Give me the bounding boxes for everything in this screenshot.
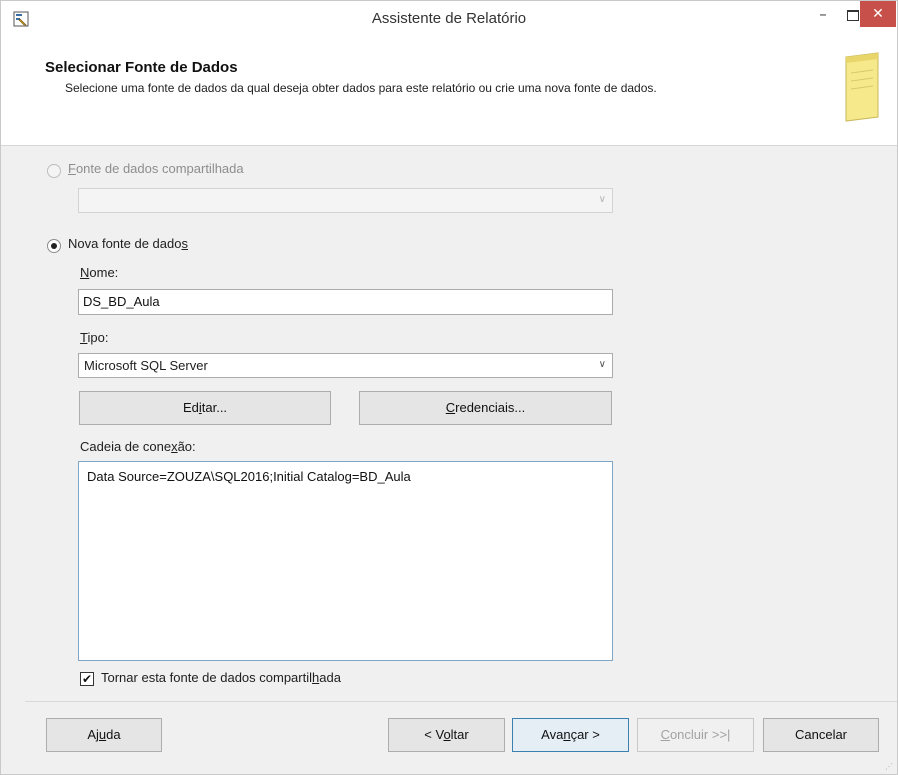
back-text-post: ltar bbox=[450, 727, 469, 742]
page-title: Selecionar Fonte de Dados bbox=[45, 59, 238, 76]
name-access-key: N bbox=[80, 265, 90, 280]
connection-string-text: Data Source=ZOUZA\SQL2016;Initial Catalo… bbox=[87, 469, 411, 484]
credentials-button-access-key: C bbox=[445, 400, 456, 415]
maximize-icon bbox=[847, 10, 859, 21]
type-select[interactable]: Microsoft SQL Server ∨ bbox=[78, 353, 613, 378]
edit-button[interactable]: Editar... bbox=[79, 391, 331, 425]
next-text-post: çar > bbox=[570, 727, 600, 742]
title-bar[interactable]: Assistente de Relatório – ✕ bbox=[1, 1, 897, 37]
name-field[interactable] bbox=[78, 289, 613, 315]
minimize-button[interactable]: – bbox=[810, 1, 836, 29]
resize-grip-icon[interactable]: ⋰ bbox=[885, 762, 893, 771]
help-text-post: da bbox=[106, 727, 121, 742]
connection-label-pre: Cadeia de cone bbox=[80, 439, 172, 454]
shared-source-access-key: F bbox=[68, 161, 76, 176]
share-checkbox-label: Tornar esta fonte de dados compartilhada bbox=[101, 670, 341, 685]
shared-source-combo[interactable]: ∨ bbox=[78, 188, 613, 213]
share-checkbox[interactable]: ✔ bbox=[80, 672, 94, 686]
wizard-header: Selecionar Fonte de Dados Selecione uma … bbox=[1, 37, 897, 146]
edit-button-text-post: tar... bbox=[201, 400, 228, 415]
report-wizard-window: Assistente de Relatório – ✕ Selecionar F… bbox=[0, 0, 898, 775]
next-button[interactable]: Avançar > bbox=[512, 718, 629, 752]
window-title: Assistente de Relatório bbox=[371, 10, 527, 27]
finish-access-key: C bbox=[660, 727, 670, 742]
new-source-label-main: Nova fonte de dado bbox=[68, 236, 182, 251]
back-text-pre: < V bbox=[424, 727, 444, 742]
back-access-key: o bbox=[443, 727, 451, 742]
connection-label-post: ão: bbox=[177, 439, 196, 454]
type-value: Microsoft SQL Server bbox=[84, 358, 208, 373]
finish-text-post: oncluir >>| bbox=[669, 727, 731, 742]
next-access-key: n bbox=[563, 727, 571, 742]
name-input[interactable] bbox=[83, 294, 603, 309]
connection-string-field[interactable]: Data Source=ZOUZA\SQL2016;Initial Catalo… bbox=[78, 461, 613, 661]
new-source-radio[interactable] bbox=[47, 239, 61, 253]
close-button[interactable]: ✕ bbox=[860, 1, 896, 27]
help-button[interactable]: Ajuda bbox=[46, 718, 162, 752]
edit-button-text-pre: Ed bbox=[182, 400, 199, 415]
help-text-pre: Aj bbox=[87, 727, 99, 742]
credentials-button-text-post: redenciais... bbox=[455, 400, 526, 415]
new-source-label: Nova fonte de dados bbox=[68, 236, 188, 251]
chevron-down-icon: ∨ bbox=[598, 359, 606, 370]
type-label: Tipo: bbox=[80, 330, 108, 345]
new-source-access-key: s bbox=[181, 236, 188, 251]
name-label: Nome: bbox=[80, 265, 118, 280]
credentials-button[interactable]: Credenciais... bbox=[359, 391, 612, 425]
type-label-rest: ipo: bbox=[87, 330, 109, 345]
back-button[interactable]: < Voltar bbox=[388, 718, 505, 752]
footer-divider bbox=[25, 701, 897, 702]
name-label-rest: ome: bbox=[89, 265, 119, 280]
connection-string-label: Cadeia de conexão: bbox=[80, 439, 196, 454]
share-label-pre: Tornar esta fonte de dados compartil bbox=[101, 670, 313, 685]
finish-button[interactable]: Concluir >>| bbox=[637, 718, 754, 752]
next-text-pre: Ava bbox=[541, 727, 564, 742]
cancel-button[interactable]: Cancelar bbox=[763, 718, 879, 752]
page-description: Selecione uma fonte de dados da qual des… bbox=[65, 81, 657, 95]
notepad-icon bbox=[845, 52, 879, 122]
shared-source-label: Fonte de dados compartilhada bbox=[68, 161, 244, 176]
shared-source-label-rest: onte de dados compartilhada bbox=[75, 161, 244, 176]
share-label-post: ada bbox=[319, 670, 341, 685]
shared-source-radio[interactable] bbox=[47, 164, 61, 178]
chevron-down-icon: ∨ bbox=[598, 194, 606, 205]
